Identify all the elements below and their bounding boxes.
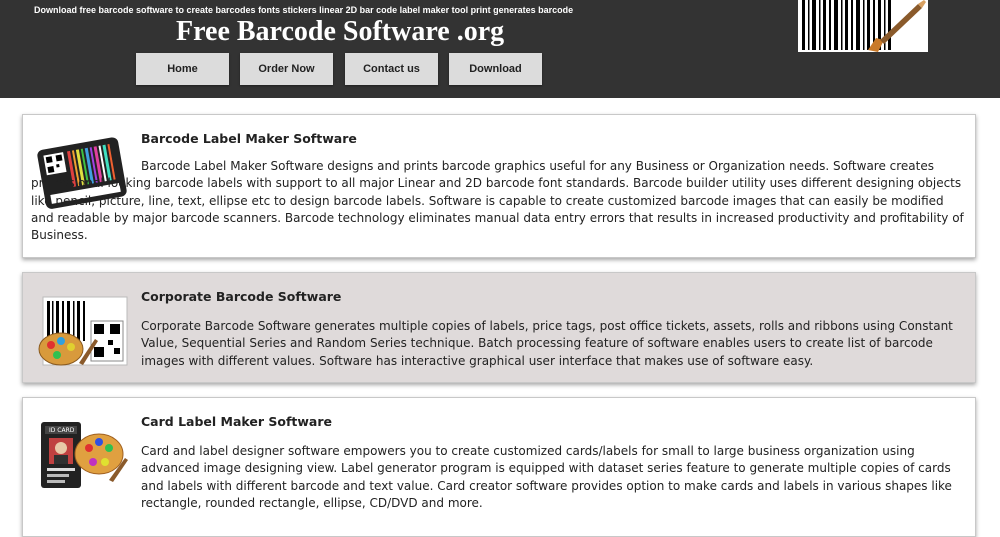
corporate-barcode-icon [38, 296, 128, 366]
card-title[interactable]: Barcode Label Maker Software [141, 131, 357, 146]
product-card: ID CARD Card Label Maker Software Card a… [22, 397, 976, 537]
product-card: Barcode Label Maker Software Barcode Lab… [22, 114, 976, 258]
card-description: Barcode Label Maker Software designs and… [31, 159, 964, 243]
product-card: Corporate Barcode Software Corporate Bar… [22, 272, 976, 383]
nav-download-button[interactable]: Download [449, 53, 542, 85]
nav-home-button[interactable]: Home [136, 53, 229, 85]
site-title[interactable]: Free Barcode Software .org [176, 16, 504, 48]
site-tagline: Download free barcode software to create… [34, 5, 574, 15]
nav-order-now-button[interactable]: Order Now [240, 53, 333, 85]
card-title[interactable]: Corporate Barcode Software [141, 289, 341, 304]
svg-text:ID CARD: ID CARD [49, 427, 75, 434]
site-header: Download free barcode software to create… [0, 0, 1000, 98]
barcode-brush-logo-icon[interactable] [798, 0, 928, 52]
id-card-icon: ID CARD [41, 422, 128, 488]
card-description: Card and label designer software empower… [141, 444, 952, 510]
nav-contact-us-button[interactable]: Contact us [345, 53, 438, 85]
card-title[interactable]: Card Label Maker Software [141, 414, 332, 429]
card-description: Corporate Barcode Software generates mul… [141, 319, 953, 368]
